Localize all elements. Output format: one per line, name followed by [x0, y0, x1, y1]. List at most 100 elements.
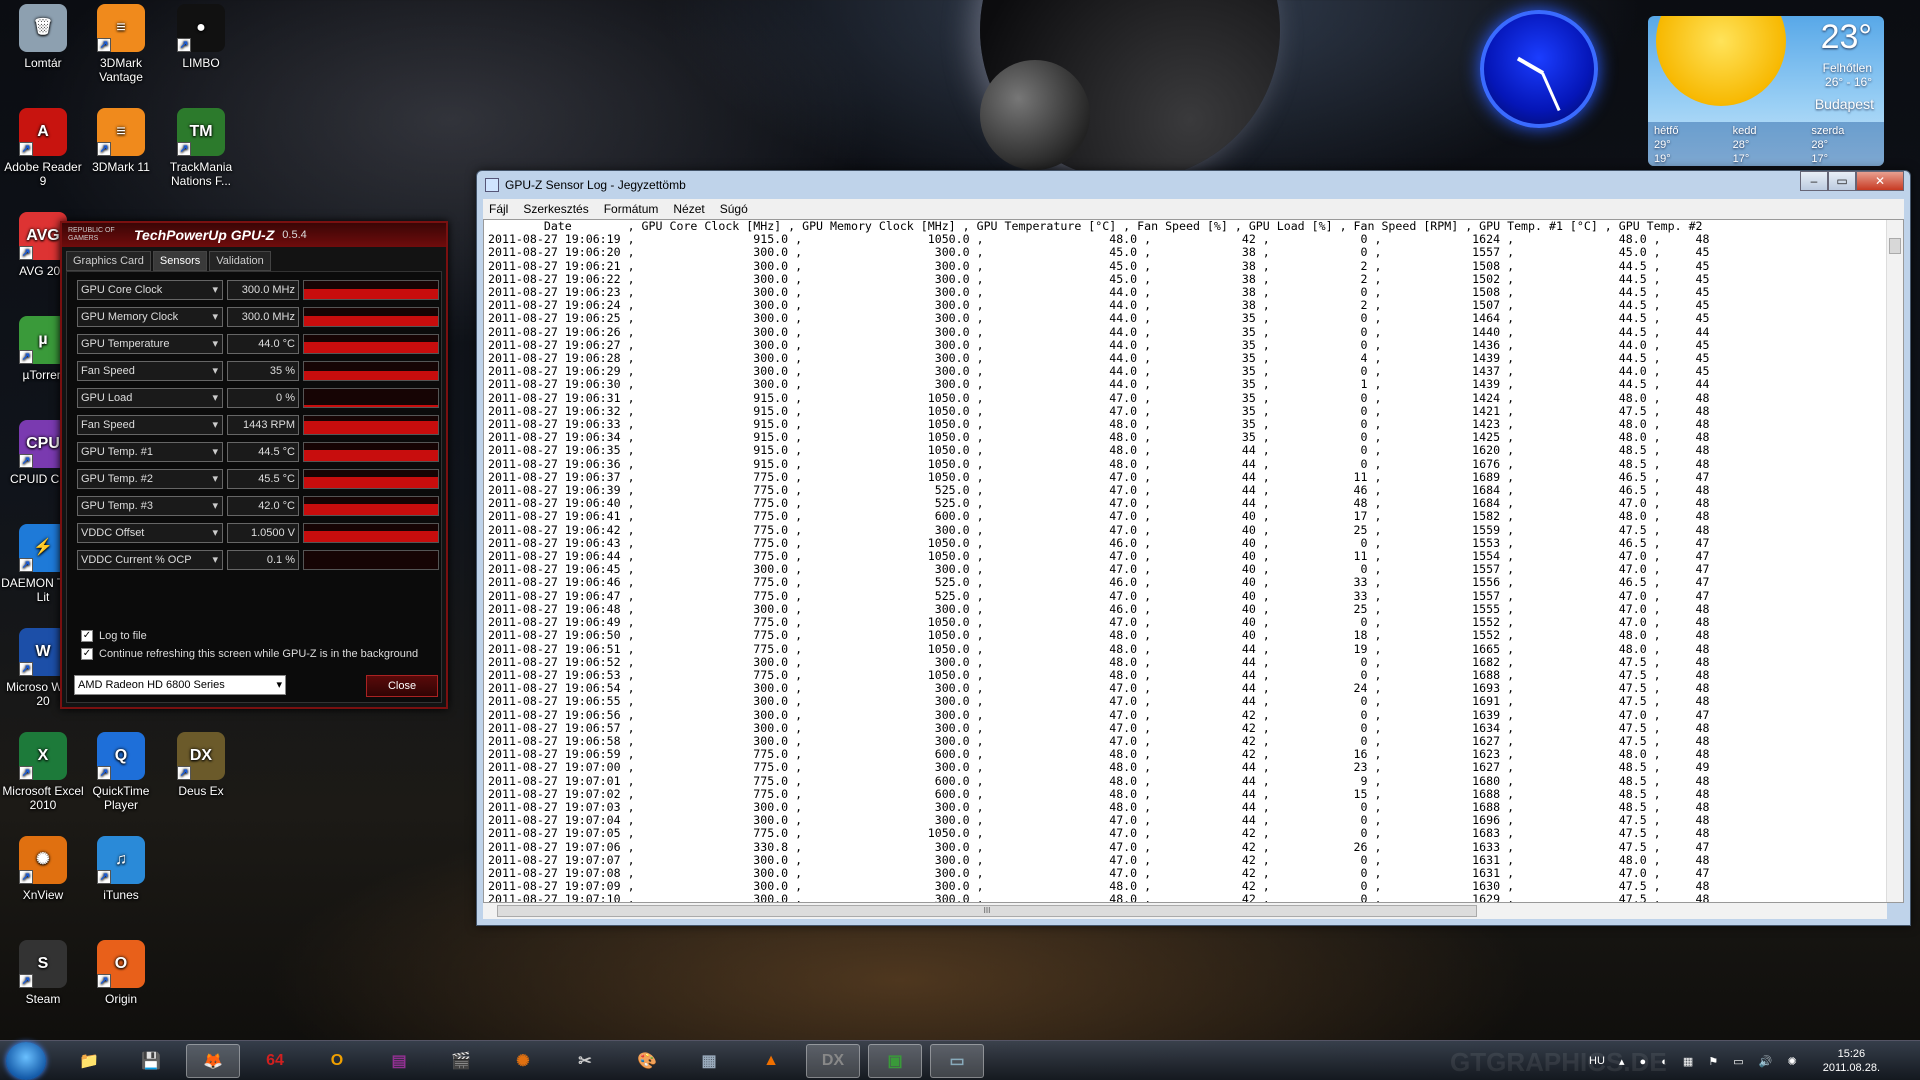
- desktop-icon[interactable]: ♫ ↗ iTunes: [78, 836, 164, 902]
- sensor-graph-fill: [304, 405, 438, 407]
- log-row: 2011-08-27 19:07:04 , 300.0 , 300.0 , 47…: [488, 813, 1710, 828]
- gpuz-titlebar[interactable]: REPUBLIC OF GAMERS TechPowerUp GPU-Z 0.5…: [62, 223, 446, 247]
- sensor-select[interactable]: GPU Core Clock: [77, 280, 223, 300]
- minimize-button[interactable]: –: [1800, 171, 1828, 191]
- taskbar-app-button[interactable]: 💾: [124, 1044, 178, 1078]
- shortcut-arrow-icon: ↗: [19, 454, 33, 468]
- tab-validation[interactable]: Validation: [209, 251, 271, 271]
- tray-icons[interactable]: ▴ ● ◐ ▦ ⚑ ▭ 🔊 ✺: [1619, 1055, 1803, 1068]
- taskbar-app-button[interactable]: ✺: [496, 1044, 550, 1078]
- log-row: 2011-08-27 19:06:54 , 300.0 , 300.0 , 47…: [488, 681, 1710, 696]
- scroll-thumb[interactable]: [1889, 238, 1901, 254]
- desktop-icon[interactable]: ≡ ↗ 3DMark 11: [78, 108, 164, 174]
- sensor-select[interactable]: GPU Temp. #1: [77, 442, 223, 462]
- desktop-icon[interactable]: 🗑 Lomtár: [0, 4, 86, 70]
- log-row: 2011-08-27 19:06:39 , 775.0 , 525.0 , 47…: [488, 483, 1710, 498]
- desktop-icon[interactable]: ✺ ↗ XnView: [0, 836, 86, 902]
- shortcut-arrow-icon: ↗: [97, 870, 111, 884]
- sensor-row: VDDC Offset1.0500 V: [77, 523, 439, 543]
- taskbar-app-button[interactable]: O: [310, 1044, 364, 1078]
- log-row: 2011-08-27 19:06:20 , 300.0 , 300.0 , 45…: [488, 245, 1710, 260]
- log-row: 2011-08-27 19:06:47 , 775.0 , 525.0 , 47…: [488, 588, 1710, 603]
- sensor-value: 300.0 MHz: [227, 280, 299, 300]
- log-row: 2011-08-27 19:06:35 , 915.0 , 1050.0 , 4…: [488, 443, 1710, 458]
- gpuz-title: TechPowerUp GPU-Z: [134, 227, 275, 243]
- desktop-icon[interactable]: ● ↗ LIMBO: [158, 4, 244, 70]
- language-indicator[interactable]: HU: [1589, 1055, 1605, 1067]
- desktop-icon[interactable]: Q ↗ QuickTime Player: [78, 732, 164, 812]
- graphics-card-select[interactable]: AMD Radeon HD 6800 Series: [74, 675, 286, 695]
- taskbar-app-button[interactable]: 📁: [62, 1044, 116, 1078]
- desktop-icon[interactable]: X ↗ Microsoft Excel 2010: [0, 732, 86, 812]
- log-row: 2011-08-27 19:06:58 , 300.0 , 300.0 , 47…: [488, 733, 1710, 748]
- sensor-select[interactable]: VDDC Current % OCP: [77, 550, 223, 570]
- continue-refresh-checkbox[interactable]: ✓ Continue refreshing this screen while G…: [81, 648, 418, 660]
- app-icon: ✺ ↗: [19, 836, 67, 884]
- sensor-value: 44.5 °C: [227, 442, 299, 462]
- menu-file[interactable]: Fájl: [489, 202, 508, 216]
- desktop-icon[interactable]: DX ↗ Deus Ex: [158, 732, 244, 798]
- taskbar-app-button[interactable]: 🎨: [620, 1044, 674, 1078]
- shortcut-arrow-icon: ↗: [19, 350, 33, 364]
- tab-graphics-card[interactable]: Graphics Card: [66, 251, 151, 271]
- desktop-icon[interactable]: TM ↗ TrackMania Nations F...: [158, 108, 244, 188]
- sensor-select[interactable]: GPU Temp. #2: [77, 469, 223, 489]
- desktop-icon[interactable]: ≡ ↗ 3DMark Vantage: [78, 4, 164, 84]
- desktop-icon[interactable]: O ↗ Origin: [78, 940, 164, 1006]
- taskbar-app-button[interactable]: 🦊: [186, 1044, 240, 1078]
- scroll-thumb[interactable]: III: [497, 905, 1477, 917]
- log-row: 2011-08-27 19:06:46 , 775.0 , 525.0 , 46…: [488, 575, 1710, 590]
- log-row: 2011-08-27 19:06:43 , 775.0 , 1050.0 , 4…: [488, 535, 1710, 550]
- menu-edit[interactable]: Szerkesztés: [523, 202, 588, 216]
- weather-gadget[interactable]: 23° Felhőtlen 26° - 16° Budapest hétfő 29°…: [1648, 16, 1884, 166]
- app-icon: ≡ ↗: [97, 4, 145, 52]
- log-to-file-checkbox[interactable]: ✓ Log to file: [81, 630, 147, 642]
- menu-format[interactable]: Formátum: [604, 202, 659, 216]
- taskbar-app-button[interactable]: ▣: [868, 1044, 922, 1078]
- clock-hour-hand: [1516, 56, 1544, 75]
- notepad-text-area[interactable]: Date , GPU Core Clock [MHz] , GPU Memory…: [483, 219, 1904, 903]
- sensor-select[interactable]: GPU Temp. #3: [77, 496, 223, 516]
- gpuz-close-button[interactable]: Close: [366, 675, 438, 697]
- sensor-value: 42.0 °C: [227, 496, 299, 516]
- sensor-log-text[interactable]: Date , GPU Core Clock [MHz] , GPU Memory…: [484, 220, 1903, 902]
- taskbar-app-button[interactable]: 🎬: [434, 1044, 488, 1078]
- gpuz-tabs: Graphics Card Sensors Validation: [62, 247, 446, 271]
- sensor-select[interactable]: Fan Speed: [77, 361, 223, 381]
- taskbar-app-button[interactable]: DX: [806, 1044, 860, 1078]
- sensor-graph: [303, 496, 439, 516]
- log-row: 2011-08-27 19:06:57 , 300.0 , 300.0 , 47…: [488, 720, 1710, 735]
- sensor-select[interactable]: GPU Load: [77, 388, 223, 408]
- weather-condition: Felhőtlen 26° - 16°: [1822, 61, 1872, 89]
- shortcut-arrow-icon: ↗: [19, 870, 33, 884]
- taskbar-app-button[interactable]: ▤: [372, 1044, 426, 1078]
- notepad-titlebar[interactable]: GPU-Z Sensor Log - Jegyzettömb: [477, 171, 1910, 199]
- log-row: 2011-08-27 19:07:08 , 300.0 , 300.0 , 47…: [488, 865, 1710, 880]
- sensor-select[interactable]: VDDC Offset: [77, 523, 223, 543]
- maximize-button[interactable]: ▭: [1828, 171, 1856, 191]
- desktop-icon[interactable]: A ↗ Adobe Reader 9: [0, 108, 86, 188]
- taskbar-app-button[interactable]: 64: [248, 1044, 302, 1078]
- taskbar-app-button[interactable]: ▭: [930, 1044, 984, 1078]
- vertical-scrollbar[interactable]: [1886, 220, 1903, 902]
- taskbar-clock[interactable]: 15:26 2011.08.28.: [1823, 1047, 1880, 1075]
- sensor-select[interactable]: Fan Speed: [77, 415, 223, 435]
- desktop-icon[interactable]: S ↗ Steam: [0, 940, 86, 1006]
- start-button[interactable]: [6, 1042, 46, 1080]
- shortcut-arrow-icon: ↗: [19, 246, 33, 260]
- close-button[interactable]: ✕: [1856, 171, 1904, 191]
- taskbar-app-button[interactable]: ✂: [558, 1044, 612, 1078]
- sensor-row: VDDC Current % OCP0.1 %: [77, 550, 439, 570]
- tab-sensors[interactable]: Sensors: [152, 251, 208, 271]
- menu-help[interactable]: Súgó: [720, 202, 748, 216]
- sensor-row: GPU Load0 %: [77, 388, 439, 408]
- clock-minute-hand: [1541, 72, 1561, 112]
- log-row: 2011-08-27 19:06:42 , 775.0 , 300.0 , 47…: [488, 522, 1710, 537]
- sensor-select[interactable]: GPU Temperature: [77, 334, 223, 354]
- horizontal-scrollbar[interactable]: III: [483, 903, 1887, 919]
- taskbar-app-button[interactable]: ▲: [744, 1044, 798, 1078]
- taskbar-app-button[interactable]: ▦: [682, 1044, 736, 1078]
- menu-view[interactable]: Nézet: [673, 202, 704, 216]
- sensor-select[interactable]: GPU Memory Clock: [77, 307, 223, 327]
- clock-gadget[interactable]: [1480, 10, 1598, 128]
